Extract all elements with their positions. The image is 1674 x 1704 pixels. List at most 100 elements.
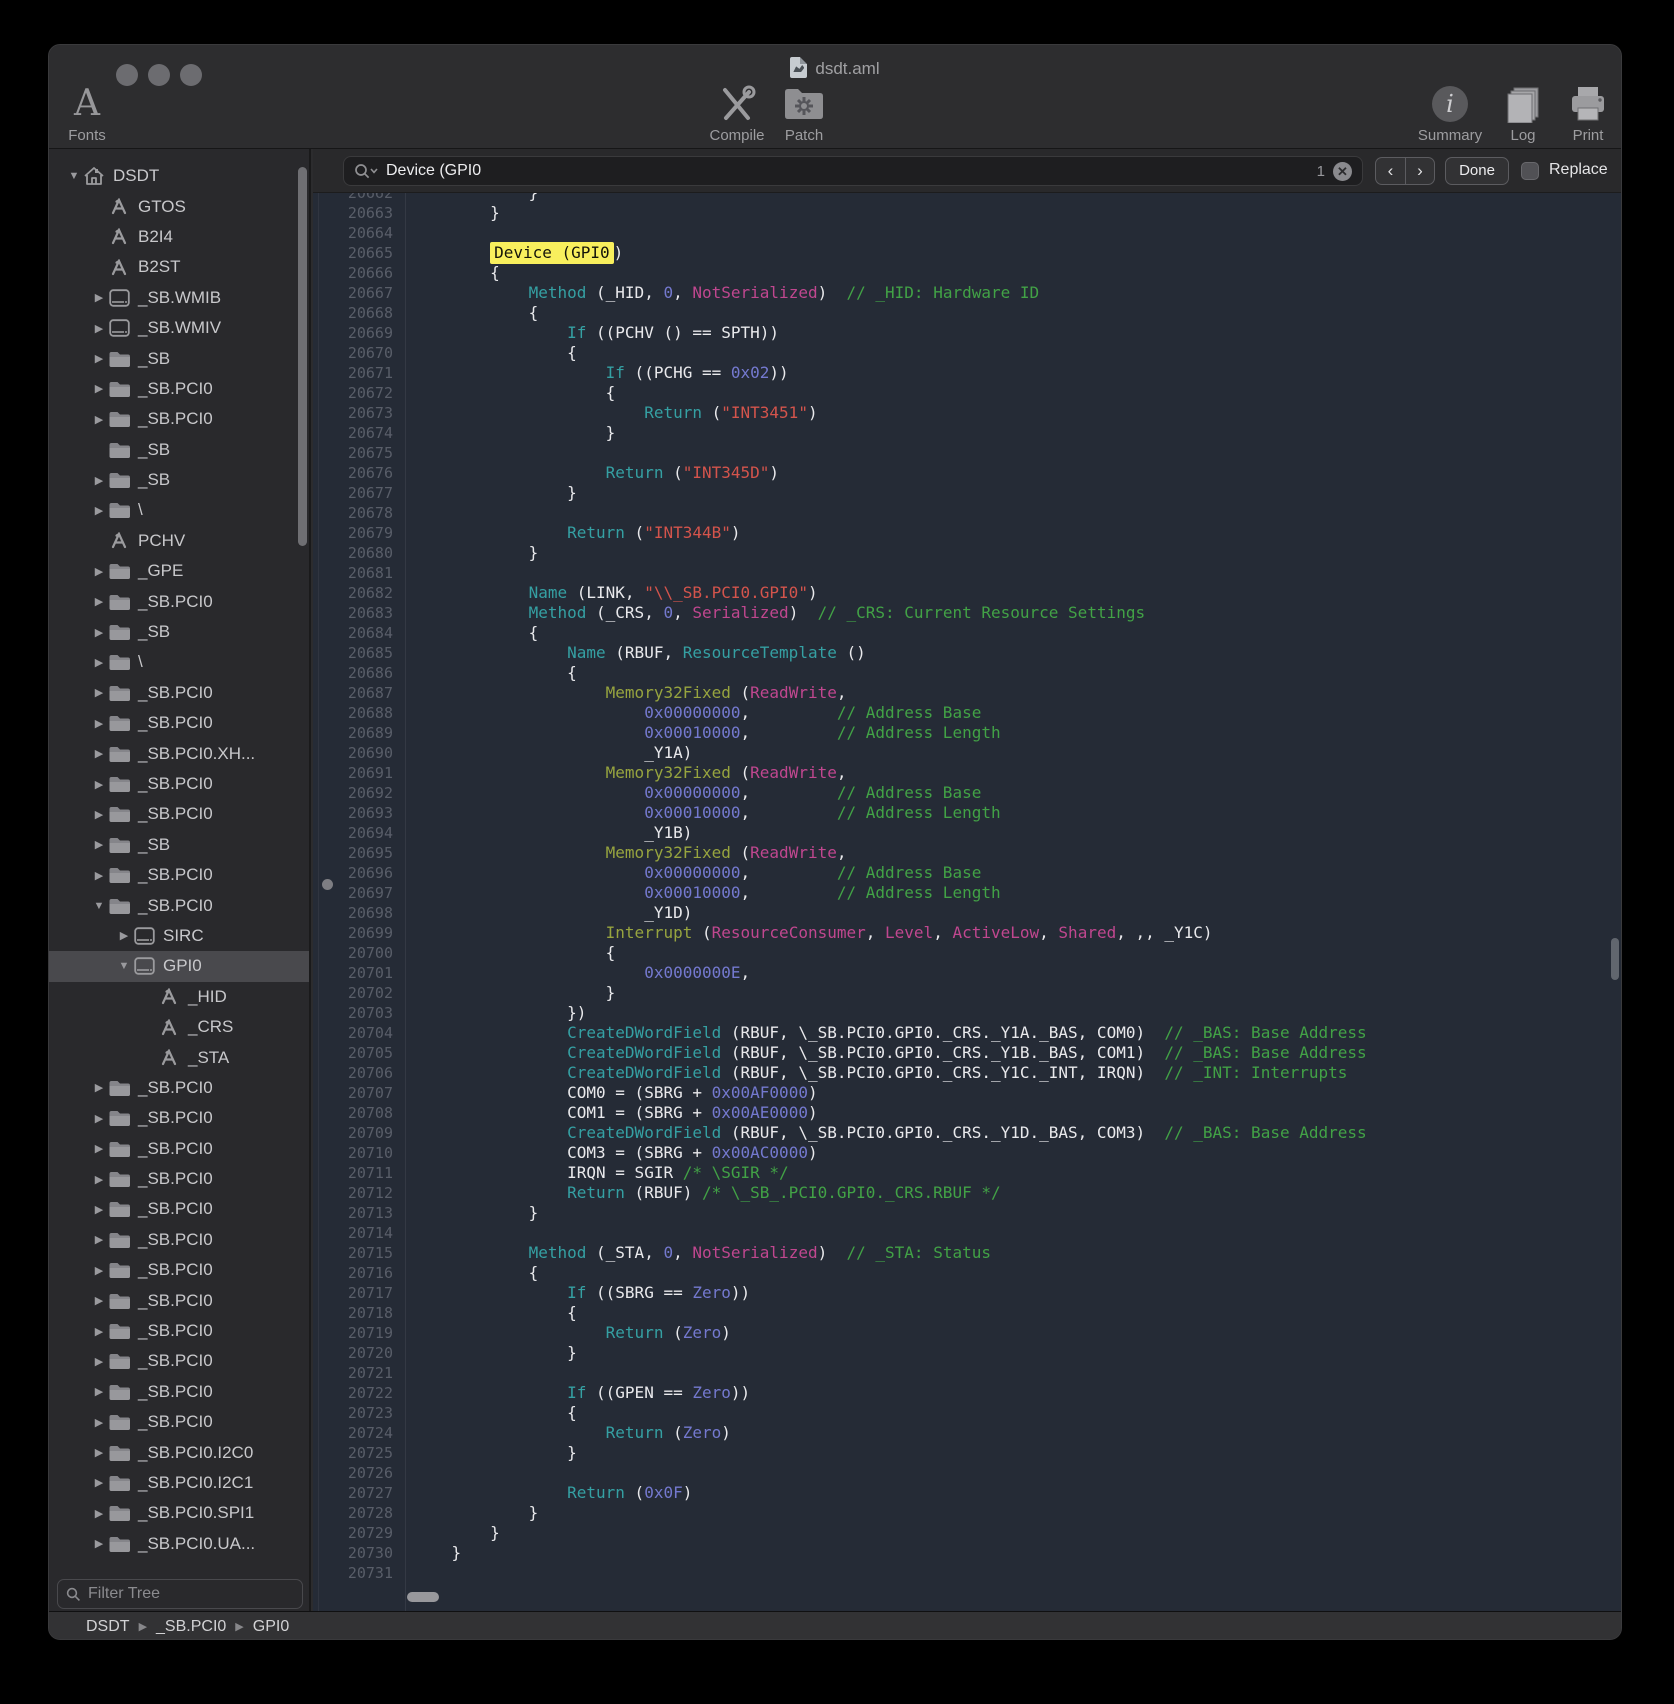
breadcrumb-item-sbpci0[interactable]: _SB.PCI0 (156, 1618, 226, 1636)
code-editor[interactable]: 20662 }20663 }2066420665 Device (GPI0)20… (313, 193, 1622, 1611)
tree-item-sb[interactable]: ▶_SB (49, 343, 309, 373)
tree-item-sirc[interactable]: ▶SIRC (49, 921, 309, 951)
disclosure-right-icon[interactable]: ▶ (92, 686, 106, 699)
tree-item-sbpci0[interactable]: ▶_SB.PCI0 (49, 1164, 309, 1194)
disclosure-right-icon[interactable]: ▶ (92, 1112, 106, 1125)
vertical-scrollbar[interactable] (1611, 938, 1619, 980)
tree-item-gpe[interactable]: ▶_GPE (49, 556, 309, 586)
fonts-button[interactable]: A Fonts (48, 83, 142, 144)
tree-item-sbpci0[interactable]: ▶_SB.PCI0 (49, 799, 309, 829)
tree-item-sb[interactable]: _SB (49, 435, 309, 465)
tree-item-sbpci0i2c0[interactable]: ▶_SB.PCI0.I2C0 (49, 1437, 309, 1467)
replace-checkbox[interactable] (1521, 162, 1539, 180)
tree-item-sbpci0[interactable]: ▶_SB.PCI0 (49, 1255, 309, 1285)
tree-item-sbpci0[interactable]: ▶_SB.PCI0 (49, 1225, 309, 1255)
tree-item-gpi0[interactable]: ▼GPI0 (49, 951, 309, 981)
tree-item-sbpci0[interactable]: ▶_SB.PCI0 (49, 374, 309, 404)
tree-item-b2st[interactable]: B2ST (49, 252, 309, 282)
disclosure-down-icon[interactable]: ▼ (67, 170, 81, 182)
breadcrumb-item-dsdt[interactable]: DSDT (86, 1618, 130, 1636)
filter-tree-input[interactable]: Filter Tree (57, 1579, 303, 1609)
sidebar-scrollbar[interactable] (298, 167, 307, 546)
disclosure-right-icon[interactable]: ▶ (92, 322, 106, 335)
disclosure-right-icon[interactable]: ▶ (92, 1294, 106, 1307)
tree-item-sbpci0[interactable]: ▶_SB.PCI0 (49, 860, 309, 890)
disclosure-right-icon[interactable]: ▶ (92, 808, 106, 821)
disclosure-down-icon[interactable]: ▼ (117, 960, 131, 972)
disclosure-right-icon[interactable]: ▶ (92, 352, 106, 365)
disclosure-right-icon[interactable]: ▶ (92, 656, 106, 669)
disclosure-right-icon[interactable]: ▶ (92, 595, 106, 608)
tree-item-sb[interactable]: ▶_SB (49, 617, 309, 647)
disclosure-right-icon[interactable]: ▶ (92, 626, 106, 639)
tree-item-sbpci0spi1[interactable]: ▶_SB.PCI0.SPI1 (49, 1498, 309, 1528)
disclosure-right-icon[interactable]: ▶ (92, 1325, 106, 1338)
breadcrumb-item-gpi0[interactable]: GPI0 (253, 1618, 289, 1636)
disclosure-right-icon[interactable]: ▶ (92, 382, 106, 395)
split-handle-icon[interactable] (322, 879, 333, 890)
tree-item-sbpci0[interactable]: ▶_SB.PCI0 (49, 1407, 309, 1437)
tree-item-sb[interactable]: ▶_SB (49, 465, 309, 495)
next-match-button[interactable]: › (1405, 157, 1435, 185)
disclosure-right-icon[interactable]: ▶ (92, 1507, 106, 1520)
done-button[interactable]: Done (1445, 157, 1509, 185)
tree-item-sbpci0[interactable]: ▼_SB.PCI0 (49, 890, 309, 920)
tree-item-sbpci0i2c1[interactable]: ▶_SB.PCI0.I2C1 (49, 1468, 309, 1498)
tree-item-sbpci0[interactable]: ▶_SB.PCI0 (49, 1346, 309, 1376)
tree-item-sb[interactable]: ▶_SB (49, 830, 309, 860)
disclosure-right-icon[interactable]: ▶ (92, 1416, 106, 1429)
tree-item-sbpci0[interactable]: ▶_SB.PCI0 (49, 1134, 309, 1164)
disclosure-right-icon[interactable]: ▶ (92, 565, 106, 578)
disclosure-right-icon[interactable]: ▶ (92, 1203, 106, 1216)
tree-item-sbpci0[interactable]: ▶_SB.PCI0 (49, 586, 309, 616)
tree-item-pchv[interactable]: PCHV (49, 526, 309, 556)
tree-item-sbpci0[interactable]: ▶_SB.PCI0 (49, 1194, 309, 1224)
disclosure-right-icon[interactable]: ▶ (92, 474, 106, 487)
tree-item-sbpci0[interactable]: ▶_SB.PCI0 (49, 1073, 309, 1103)
tree-item-sbpci0ua[interactable]: ▶_SB.PCI0.UA... (49, 1529, 309, 1559)
disclosure-right-icon[interactable]: ▶ (92, 1385, 106, 1398)
disclosure-right-icon[interactable]: ▶ (92, 1081, 106, 1094)
disclosure-right-icon[interactable]: ▶ (92, 1142, 106, 1155)
find-input[interactable]: Device (GPI0 1 ✕ (343, 156, 1363, 186)
tree-item-sbpci0xh[interactable]: ▶_SB.PCI0.XH... (49, 738, 309, 768)
disclosure-right-icon[interactable]: ▶ (117, 929, 131, 942)
tree-item-hid[interactable]: _HID (49, 982, 309, 1012)
tree-item-[interactable]: ▶\ (49, 495, 309, 525)
disclosure-right-icon[interactable]: ▶ (92, 869, 106, 882)
disclosure-right-icon[interactable]: ▶ (92, 1446, 106, 1459)
tree-item-crs[interactable]: _CRS (49, 1012, 309, 1042)
disclosure-right-icon[interactable]: ▶ (92, 1264, 106, 1277)
disclosure-right-icon[interactable]: ▶ (92, 1173, 106, 1186)
tree-item-sbpci0[interactable]: ▶_SB.PCI0 (49, 1316, 309, 1346)
disclosure-right-icon[interactable]: ▶ (92, 413, 106, 426)
disclosure-right-icon[interactable]: ▶ (92, 838, 106, 851)
tree-item-gtos[interactable]: GTOS (49, 191, 309, 221)
tree-item-sbwmiv[interactable]: ▶_SB.WMIV (49, 313, 309, 343)
tree-item-b2i4[interactable]: B2I4 (49, 222, 309, 252)
disclosure-right-icon[interactable]: ▶ (92, 1233, 106, 1246)
disclosure-right-icon[interactable]: ▶ (92, 291, 106, 304)
disclosure-right-icon[interactable]: ▶ (92, 717, 106, 730)
disclosure-down-icon[interactable]: ▼ (92, 900, 106, 912)
tree-item-sbpci0[interactable]: ▶_SB.PCI0 (49, 1103, 309, 1133)
tree-item-sbpci0[interactable]: ▶_SB.PCI0 (49, 678, 309, 708)
tree-item-sbpci0[interactable]: ▶_SB.PCI0 (49, 1285, 309, 1315)
tree-item-sbpci0[interactable]: ▶_SB.PCI0 (49, 404, 309, 434)
tree-item-[interactable]: ▶\ (49, 647, 309, 677)
previous-match-button[interactable]: ‹ (1375, 157, 1405, 185)
print-button[interactable]: Print (1533, 83, 1622, 144)
disclosure-right-icon[interactable]: ▶ (92, 1355, 106, 1368)
disclosure-right-icon[interactable]: ▶ (92, 1537, 106, 1550)
patch-button[interactable]: Patch (749, 83, 859, 144)
tree-item-dsdt[interactable]: ▼DSDT (49, 161, 309, 191)
disclosure-right-icon[interactable]: ▶ (92, 504, 106, 517)
disclosure-right-icon[interactable]: ▶ (92, 1476, 106, 1489)
tree-item-sta[interactable]: _STA (49, 1042, 309, 1072)
tree-item-sbpci0[interactable]: ▶_SB.PCI0 (49, 769, 309, 799)
search-menu-icon[interactable] (354, 163, 378, 179)
tree-item-sbwmib[interactable]: ▶_SB.WMIB (49, 283, 309, 313)
tree-item-sbpci0[interactable]: ▶_SB.PCI0 (49, 1377, 309, 1407)
tree-item-sbpci0[interactable]: ▶_SB.PCI0 (49, 708, 309, 738)
horizontal-scrollbar[interactable] (407, 1592, 439, 1602)
